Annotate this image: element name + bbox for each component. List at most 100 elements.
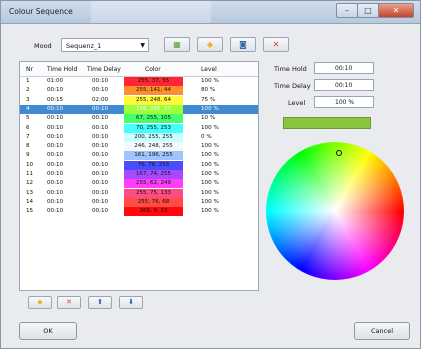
row-level: 100 % <box>201 143 219 150</box>
row-nr: 5 <box>26 115 30 122</box>
add-mood-button[interactable]: ◆ <box>197 37 223 52</box>
move-up-button[interactable]: ⬆ <box>88 296 112 309</box>
row-nr: 3 <box>26 96 30 103</box>
selected-color-swatch <box>283 117 371 129</box>
close-button[interactable]: ✕ <box>378 3 414 18</box>
row-time-hold: 00:10 <box>47 152 64 159</box>
row-time-hold: 00:10 <box>47 161 64 168</box>
row-nr: 12 <box>26 180 34 187</box>
row-color: 161, 196, 255 <box>124 151 183 161</box>
row-nr: 9 <box>26 152 30 159</box>
table-row[interactable]: 12 00:10 00:10 255, 62, 249 100 % <box>20 179 258 189</box>
maximize-button[interactable]: □ <box>357 3 379 18</box>
row-color: 167, 74, 255 <box>124 170 183 179</box>
close-icon: ✕ <box>392 6 400 15</box>
row-color: 266, 9, 13 <box>124 207 183 217</box>
row-color: 67, 255, 105 <box>124 114 183 124</box>
table-row[interactable]: 6 00:10 00:10 70, 255, 253 100 % <box>20 123 258 133</box>
table-row[interactable]: 9 00:10 00:10 161, 196, 255 100 % <box>20 151 258 161</box>
row-color: 156, 255, 57 <box>124 104 183 114</box>
row-nr: 11 <box>26 171 34 177</box>
mood-select-value: Sequenz_1 <box>66 42 102 50</box>
table-row[interactable]: 10 00:10 00:10 76, 76, 255 100 % <box>20 160 258 170</box>
row-level: 100 % <box>201 124 219 131</box>
row-color: 76, 76, 255 <box>124 160 183 170</box>
table-row[interactable]: 7 00:10 00:10 200, 255, 255 0 % <box>20 132 258 142</box>
row-time-hold: 00:10 <box>47 124 64 131</box>
row-time-hold: 00:10 <box>47 189 64 196</box>
table-row[interactable]: 15 00:10 00:10 266, 9, 13 100 % <box>20 207 258 217</box>
row-level: 0 % <box>201 133 212 140</box>
level-value: 100 % <box>335 99 355 106</box>
row-nr: 8 <box>26 143 30 150</box>
row-time-hold: 00:10 <box>47 180 64 187</box>
table-row[interactable]: 2 00:10 00:10 255, 141, 44 80 % <box>20 86 258 96</box>
row-time-hold: 00:10 <box>47 198 64 205</box>
row-time-hold: 00:10 <box>47 105 64 112</box>
row-level: 100 % <box>201 78 219 84</box>
row-level: 10 % <box>201 115 216 122</box>
row-time-hold: 00:10 <box>47 143 64 150</box>
row-time-delay: 00:10 <box>92 115 109 122</box>
move-down-button[interactable]: ⬇ <box>119 296 143 309</box>
table-row[interactable]: 3 00:15 02:00 255, 248, 64 75 % <box>20 95 258 105</box>
row-time-delay: 00:10 <box>92 124 109 131</box>
header-nr: Nr <box>26 66 33 73</box>
row-color: 200, 255, 255 <box>124 132 183 142</box>
minimize-icon: – <box>345 6 349 15</box>
ok-button[interactable]: OK <box>19 322 77 340</box>
time-delay-value: 00:10 <box>335 82 353 89</box>
row-time-delay: 00:10 <box>92 87 109 94</box>
row-time-hold: 00:10 <box>47 87 64 94</box>
header-color: Color <box>145 66 161 73</box>
delete-mood-button[interactable]: ✕ <box>263 37 289 52</box>
row-nr: 14 <box>26 198 34 205</box>
delete-step-button[interactable]: ✕ <box>57 296 81 309</box>
table-row[interactable]: 11 00:10 00:10 167, 74, 255 100 % <box>20 170 258 179</box>
row-color: 255, 37, 55 <box>124 77 183 86</box>
colour-sequence-dialog: Colour Sequence – □ ✕ Mood Sequenz_1 ▼ ▦… <box>0 0 421 349</box>
table-row[interactable]: 1 01:00 00:10 255, 37, 55 100 % <box>20 77 258 86</box>
row-nr: 1 <box>26 78 30 84</box>
row-nr: 13 <box>26 189 34 196</box>
add-diamond-icon: ◆ <box>206 40 214 49</box>
add-step-button[interactable]: ◆ <box>28 296 52 309</box>
minimize-button[interactable]: – <box>336 3 358 18</box>
row-level: 100 % <box>201 161 219 168</box>
palette-button[interactable]: ▦ <box>164 37 190 52</box>
row-nr: 6 <box>26 124 30 131</box>
time-delay-label: Time Delay <box>274 82 311 90</box>
delete-icon: ✕ <box>272 40 280 49</box>
row-time-delay: 00:10 <box>92 133 109 140</box>
arrow-up-icon: ⬆ <box>97 298 103 306</box>
maximize-icon: □ <box>364 6 372 15</box>
mood-label: Mood <box>34 42 52 50</box>
level-input[interactable]: 100 % <box>314 96 374 108</box>
table-row[interactable]: 14 00:10 00:10 255, 76, 68 100 % <box>20 197 258 207</box>
row-time-delay: 00:10 <box>92 78 109 84</box>
row-time-delay: 00:10 <box>92 152 109 159</box>
table-row[interactable]: 13 00:10 00:10 255, 75, 133 100 % <box>20 188 258 198</box>
save-mood-button[interactable]: ◙ <box>230 37 256 52</box>
row-time-delay: 00:10 <box>92 180 109 187</box>
palette-icon: ▦ <box>173 40 181 49</box>
sequence-table[interactable]: Nr Time Hold Time Delay Color Level 1 01:… <box>19 61 259 291</box>
row-color: 255, 248, 64 <box>124 95 183 105</box>
table-row[interactable]: 8 00:10 00:10 246, 248, 255 100 % <box>20 142 258 152</box>
mood-select[interactable]: Sequenz_1 ▼ <box>61 38 149 52</box>
add-diamond-icon: ◆ <box>37 298 43 306</box>
cancel-button[interactable]: Cancel <box>354 322 410 340</box>
time-hold-input[interactable]: 00:10 <box>314 62 374 74</box>
save-icon: ◙ <box>239 40 247 49</box>
row-color: 255, 141, 44 <box>124 86 183 96</box>
table-row[interactable]: 5 00:10 00:10 67, 255, 105 10 % <box>20 114 258 124</box>
row-nr: 7 <box>26 133 30 140</box>
row-level: 100 % <box>201 208 219 215</box>
color-wheel-marker[interactable] <box>336 150 342 156</box>
table-row[interactable]: 4 00:10 00:10 156, 255, 57 100 % <box>20 104 258 114</box>
color-wheel[interactable] <box>266 142 404 280</box>
time-hold-label: Time Hold <box>274 65 307 73</box>
chevron-down-icon: ▼ <box>140 42 145 49</box>
time-delay-input[interactable]: 00:10 <box>314 79 374 91</box>
row-time-delay: 00:10 <box>92 198 109 205</box>
